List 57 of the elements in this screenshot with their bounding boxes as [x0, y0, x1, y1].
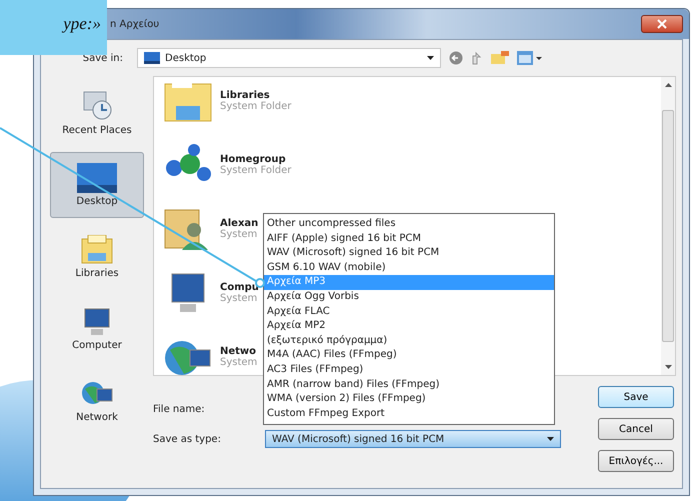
- file-type-option[interactable]: WMA (version 2) Files (FFmpeg): [264, 392, 554, 407]
- scrollbar[interactable]: [661, 77, 675, 375]
- place-item[interactable]: Libraries: [50, 224, 144, 290]
- dialog-button[interactable]: Cancel: [598, 418, 674, 440]
- file-type-option[interactable]: GSM 6.10 WAV (mobile): [264, 260, 554, 276]
- file-name: Compu: [220, 282, 259, 293]
- file-item[interactable]: Libraries System Folder: [164, 79, 292, 123]
- file-type: System Folder: [220, 165, 292, 176]
- place-item[interactable]: Desktop: [50, 152, 144, 218]
- file-type: System: [220, 293, 258, 304]
- libraries-icon: [80, 235, 114, 265]
- scroll-thumb[interactable]: [662, 110, 674, 342]
- file-name: Libraries: [220, 90, 271, 101]
- caret-icon: [547, 437, 554, 441]
- file-type: System: [220, 357, 258, 368]
- file-type-option[interactable]: Αρχεία FLAC: [264, 304, 554, 320]
- desktop-icon: [144, 52, 160, 64]
- file-type-option[interactable]: AC3 Files (FFmpeg): [264, 362, 554, 378]
- file-item[interactable]: Homegroup System Folder: [164, 143, 292, 187]
- back-icon[interactable]: [449, 51, 463, 65]
- file-type: System Folder: [220, 101, 292, 112]
- dialog-button[interactable]: Save: [598, 386, 674, 408]
- file-type-option[interactable]: Αρχεία Ogg Vorbis: [264, 290, 554, 305]
- save-in-dropdown[interactable]: Desktop: [137, 48, 441, 68]
- desktop-icon: [77, 163, 117, 193]
- file-item[interactable]: Compu System: [164, 271, 259, 315]
- file-type-option[interactable]: WAV (Microsoft) signed 16 bit PCM: [264, 246, 554, 261]
- close-icon: [657, 19, 667, 29]
- place-item[interactable]: Recent Places: [50, 80, 144, 146]
- place-item[interactable]: Computer: [50, 296, 144, 362]
- file-type-option[interactable]: AMR (narrow band) Files (FFmpeg): [264, 378, 554, 392]
- callout-box: ype:»: [0, 0, 107, 55]
- file-name-label: File name:: [153, 404, 206, 414]
- close-button[interactable]: [641, 15, 683, 33]
- scroll-down-icon[interactable]: [664, 365, 672, 369]
- caret-icon: [427, 56, 434, 60]
- dialog-button[interactable]: Επιλογές...: [598, 450, 674, 472]
- file-type-option[interactable]: (εξωτερικό πρόγραμμα): [264, 334, 554, 348]
- up-folder-icon[interactable]: [471, 50, 483, 66]
- scroll-up-icon[interactable]: [664, 83, 672, 87]
- file-name: Alexan: [220, 218, 258, 229]
- view-menu-icon[interactable]: [517, 51, 543, 65]
- file-type-option[interactable]: Αρχεία MP2: [264, 319, 554, 334]
- file-type-option[interactable]: Other uncompressed files: [264, 217, 554, 232]
- save-as-type-label: Save as type:: [153, 434, 222, 444]
- file-type: System: [220, 229, 258, 240]
- place-item[interactable]: Network: [50, 368, 144, 434]
- file-item[interactable]: Alexan System: [164, 207, 258, 251]
- file-type-option[interactable]: Custom FFmpeg Export: [264, 406, 554, 422]
- file-type-option[interactable]: M4A (AAC) Files (FFmpeg): [264, 348, 554, 363]
- new-folder-icon[interactable]: [491, 51, 509, 65]
- save-as-type-dropdown[interactable]: WAV (Microsoft) signed 16 bit PCM: [265, 430, 561, 448]
- file-type-option[interactable]: AIFF (Apple) signed 16 bit PCM: [264, 232, 554, 246]
- file-name: Homegroup: [220, 154, 287, 165]
- file-name: Netwo: [220, 346, 258, 357]
- window-title: n Αρχείου: [110, 18, 160, 30]
- file-item[interactable]: Netwo System: [164, 335, 258, 375]
